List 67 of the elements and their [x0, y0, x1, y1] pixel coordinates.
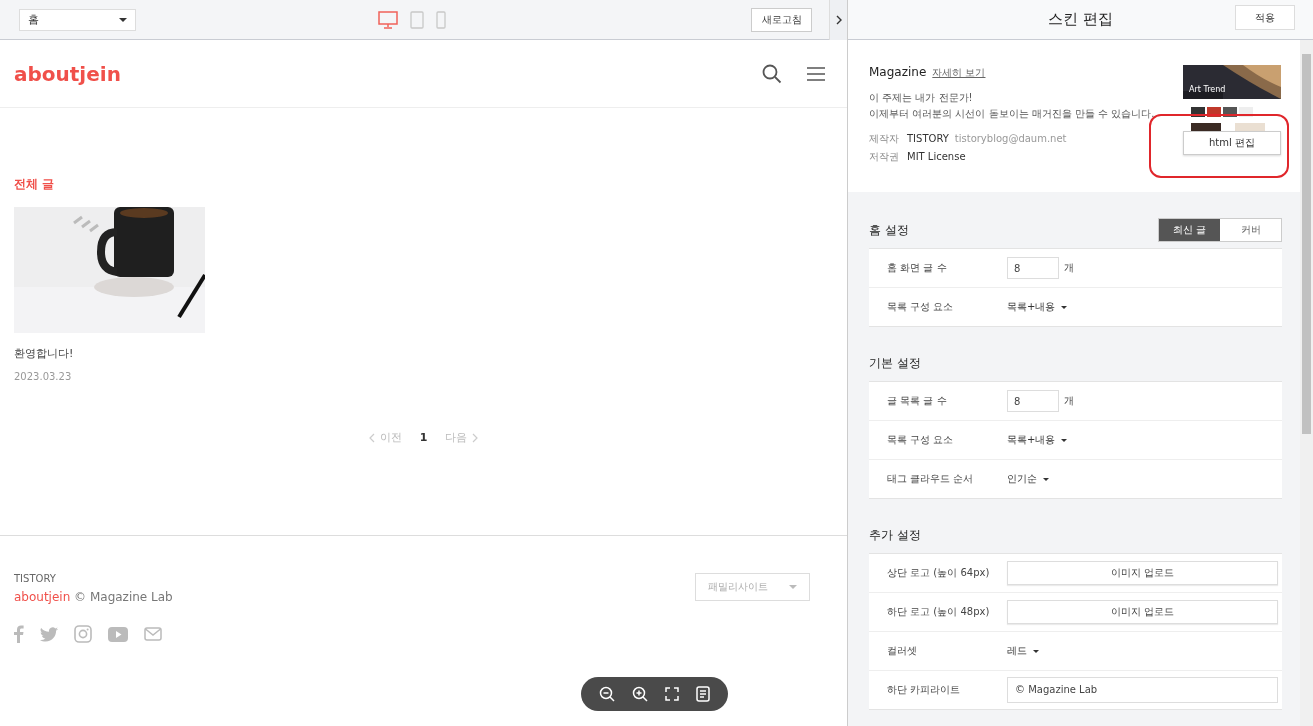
fullscreen-icon[interactable]	[665, 687, 679, 701]
page-select[interactable]: 홈	[19, 8, 136, 31]
zoom-in-icon[interactable]	[632, 686, 648, 702]
setting-label: 글 목록 글 수	[887, 394, 948, 408]
setting-label: 목록 구성 요소	[887, 433, 955, 447]
number-field[interactable]: 8	[1007, 257, 1059, 279]
dropdown[interactable]: 레드	[1007, 644, 1039, 658]
apply-button[interactable]: 적용	[1235, 5, 1295, 30]
section-heading: 기본 설정	[869, 355, 921, 372]
layout-tab[interactable]: 커버	[1220, 219, 1281, 241]
html-edit-button[interactable]: html 편집	[1183, 131, 1281, 155]
play-icon[interactable]	[108, 626, 128, 642]
layout-tab[interactable]: 최신 글	[1159, 219, 1220, 241]
dropdown[interactable]: 목록+내용	[1007, 433, 1068, 447]
footer-brand: TISTORY	[14, 573, 57, 584]
chevron-right-icon	[472, 432, 479, 443]
bird-icon[interactable]	[40, 626, 58, 642]
setting-label: 목록 구성 요소	[887, 300, 955, 314]
details-link[interactable]: 자세히 보기	[932, 66, 986, 80]
setting-label: 컬러셋	[887, 644, 918, 658]
skin-description: 이제부터 여러분의 시선이 돋보이는 매거진을 만들 수 있습니다.	[869, 107, 1156, 121]
section-heading: 추가 설정	[869, 527, 921, 544]
editor-title: 스킨 편집	[1048, 10, 1113, 29]
setting-label: 태그 클라우드 순서	[887, 472, 975, 486]
mail-icon[interactable]	[144, 627, 162, 641]
blog-logo[interactable]: aboutjein	[14, 61, 121, 86]
refresh-button[interactable]: 새로고침	[751, 7, 812, 32]
document-icon[interactable]	[696, 686, 710, 702]
post-title[interactable]: 환영합니다!	[14, 346, 833, 361]
search-icon[interactable]	[762, 63, 782, 84]
chevron-right-icon	[835, 14, 842, 25]
section-heading: 홈 설정	[869, 222, 909, 239]
upload-button[interactable]: 이미지 업로드	[1007, 600, 1278, 624]
facebook-icon[interactable]	[14, 625, 24, 643]
text-field[interactable]: © Magazine Lab	[1007, 677, 1278, 703]
zoom-out-icon[interactable]	[599, 686, 615, 702]
scrollbar[interactable]	[1300, 40, 1313, 726]
meta-label: 저작권	[869, 150, 900, 164]
dropdown[interactable]: 목록+내용	[1007, 300, 1068, 314]
meta-value: TISTORY	[907, 132, 949, 146]
tablet-icon[interactable]	[410, 10, 424, 29]
setting-label: 홈 화면 글 수	[887, 261, 948, 275]
page-number[interactable]: 1	[419, 431, 428, 444]
setting-label: 하단 로고 (높이 48px)	[887, 605, 991, 619]
collapse-button[interactable]	[829, 0, 847, 40]
unit-label: 개	[1064, 394, 1074, 408]
thumbnail-caption: Art Trend	[1189, 85, 1226, 94]
section-title: 전체 글	[14, 176, 56, 193]
phone-icon[interactable]	[436, 10, 446, 29]
skin-name: Magazine	[869, 65, 927, 79]
upload-button[interactable]: 이미지 업로드	[1007, 561, 1278, 585]
unit-label: 개	[1064, 261, 1074, 275]
setting-label: 상단 로고 (높이 64px)	[887, 566, 991, 580]
setting-label: 하단 카피라이트	[887, 683, 962, 697]
post-date: 2023.03.23	[14, 371, 73, 382]
chevron-left-icon	[368, 432, 375, 443]
meta-email: tistoryblog@daum.net	[954, 132, 1067, 146]
footer-blog-link[interactable]: aboutjein	[14, 590, 71, 604]
meta-label: 제작자	[869, 132, 900, 146]
camera-icon[interactable]	[74, 625, 92, 643]
number-field[interactable]: 8	[1007, 390, 1059, 412]
skin-description: 이 주제는 내가 전문가!	[869, 91, 974, 105]
desktop-icon[interactable]	[378, 10, 398, 29]
menu-icon[interactable]	[807, 65, 825, 82]
dropdown[interactable]: 인기순	[1007, 472, 1049, 486]
footer-copyright: © Magazine Lab	[74, 590, 173, 604]
meta-value: MIT License	[907, 150, 966, 164]
